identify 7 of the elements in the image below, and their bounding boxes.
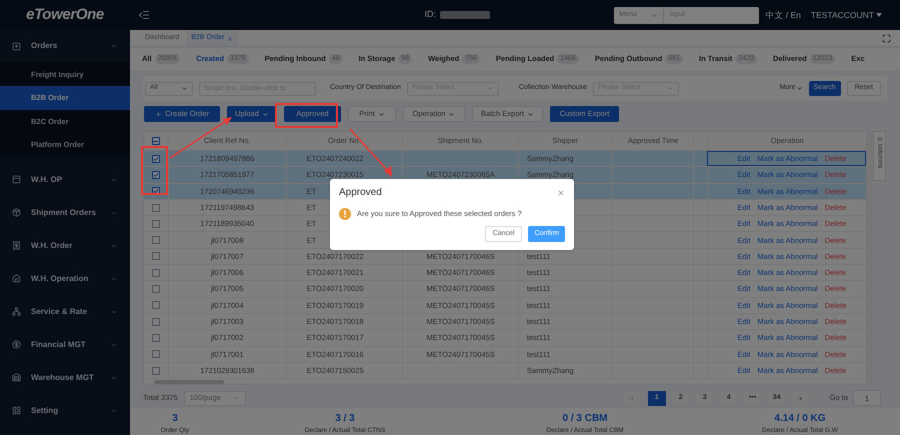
summary-value: 3 (172, 412, 178, 426)
dialog-title: Approved (339, 186, 382, 200)
summary-value: 4.14 / 0 KG (774, 412, 826, 426)
logo: eTowerOne (26, 4, 104, 25)
summary-value: 0 / 3 CBM (562, 412, 608, 426)
id-label: ID: (424, 8, 436, 22)
summary-value: 3 / 3 (335, 412, 355, 426)
